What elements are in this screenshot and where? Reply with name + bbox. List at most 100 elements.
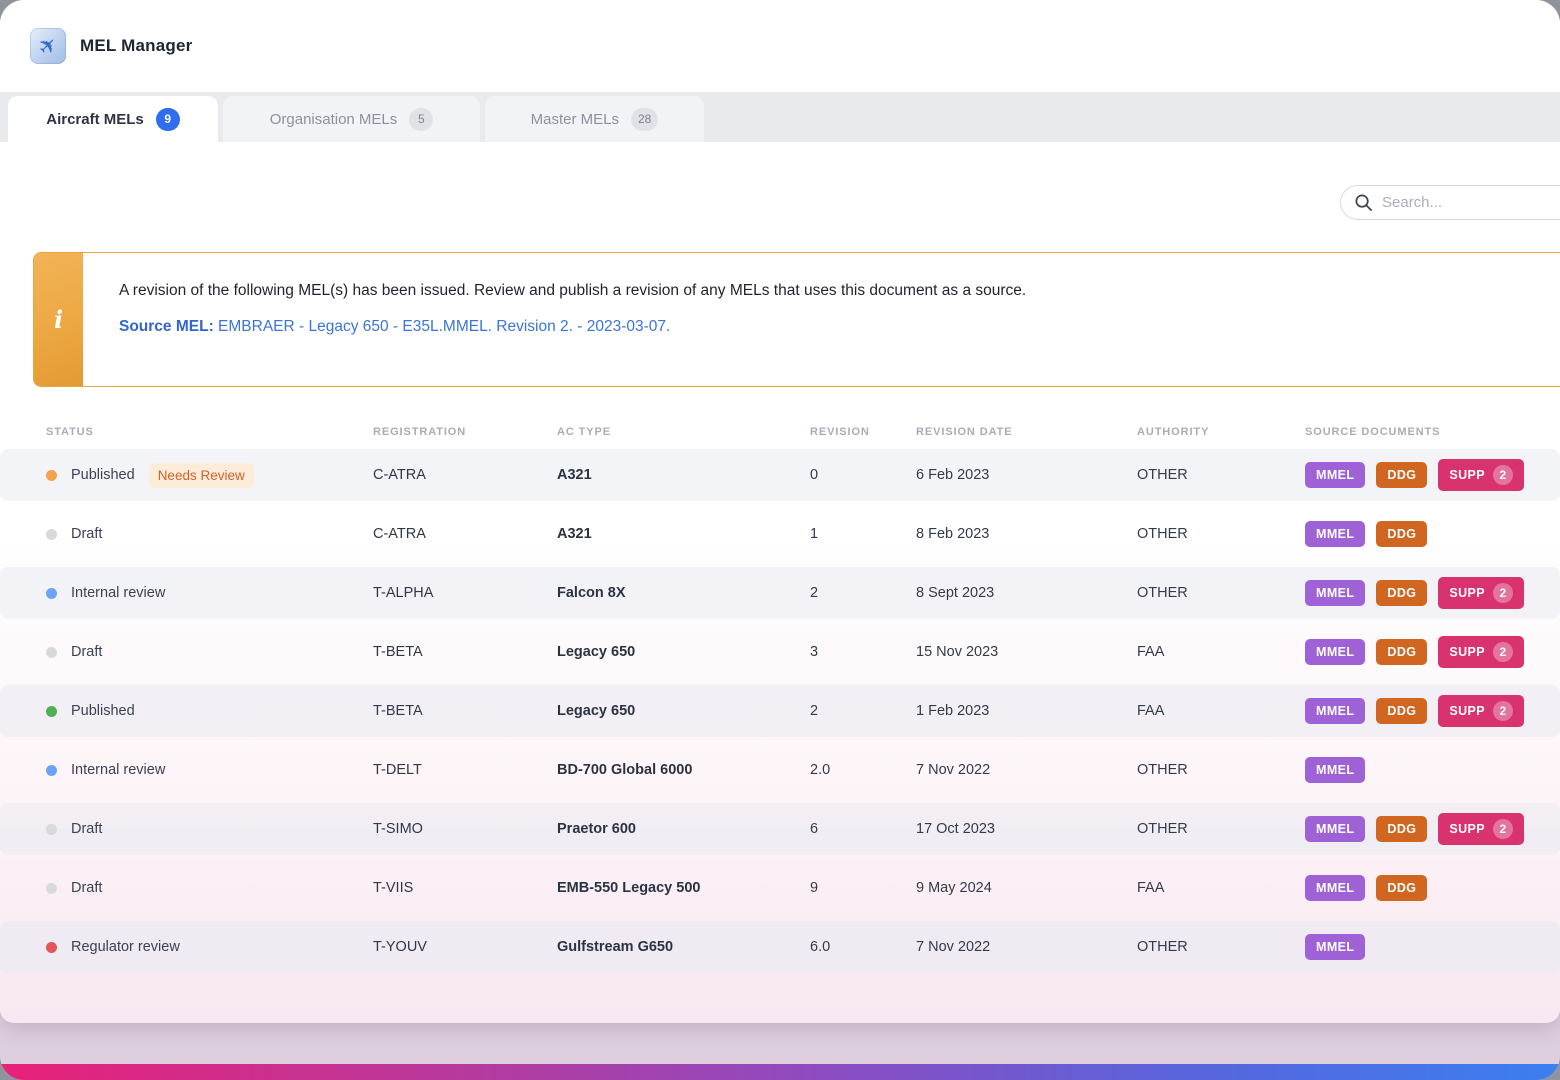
status-label: Published	[71, 467, 135, 483]
app-logo: ✈	[30, 28, 66, 64]
status-cell: Internal review	[46, 585, 373, 601]
banner-source: Source MEL: EMBRAER - Legacy 650 - E35L.…	[119, 318, 1026, 336]
doc-count-badge: 2	[1493, 642, 1513, 662]
doc-badge-supp[interactable]: SUPP2	[1438, 695, 1524, 727]
status-dot	[46, 470, 57, 481]
doc-badge-ddg[interactable]: DDG	[1376, 698, 1427, 724]
status-label: Internal review	[71, 585, 165, 601]
doc-badge-supp[interactable]: SUPP2	[1438, 577, 1524, 609]
ac-type-cell: Legacy 650	[557, 644, 810, 660]
table-row[interactable]: Draft C-ATRA A321 1 8 Feb 2023 OTHER MME…	[0, 508, 1560, 560]
registration-cell: C-ATRA	[373, 467, 557, 483]
authority-cell: OTHER	[1137, 467, 1305, 483]
status-label: Regulator review	[71, 939, 180, 955]
table-row[interactable]: Internal review T-ALPHA Falcon 8X 2 8 Se…	[0, 567, 1560, 619]
main-card: ✈ MEL Manager Aircraft MELs 9 Organisati…	[0, 0, 1560, 1023]
info-icon: i	[34, 253, 83, 386]
status-label: Draft	[71, 821, 102, 837]
revision-cell: 0	[810, 467, 916, 483]
registration-cell: T-DELT	[373, 762, 557, 778]
registration-cell: C-ATRA	[373, 526, 557, 542]
doc-badge-mmel[interactable]: MMEL	[1305, 698, 1365, 724]
doc-badge-supp[interactable]: SUPP2	[1438, 636, 1524, 668]
revision-cell: 1	[810, 526, 916, 542]
source-documents-cell: MMEL DDG SUPP2	[1305, 695, 1560, 727]
col-source-documents: Source Documents	[1305, 426, 1560, 438]
doc-badge-ddg[interactable]: DDG	[1376, 875, 1427, 901]
tab-master-mels[interactable]: Master MELs 28	[485, 96, 704, 142]
authority-cell: FAA	[1137, 880, 1305, 896]
search-input[interactable]	[1382, 194, 1532, 211]
doc-count-badge: 2	[1493, 583, 1513, 603]
table-row[interactable]: Published Needs Review C-ATRA A321 0 6 F…	[0, 449, 1560, 501]
revision-date-cell: 8 Sept 2023	[916, 585, 1137, 601]
table-row[interactable]: Draft T-VIIS EMB-550 Legacy 500 9 9 May …	[0, 862, 1560, 914]
doc-badge-ddg[interactable]: DDG	[1376, 639, 1427, 665]
status-cell: Draft	[46, 821, 373, 837]
mel-table: Status Registration AC Type Revision Rev…	[0, 417, 1560, 973]
doc-badge-mmel[interactable]: MMEL	[1305, 521, 1365, 547]
col-registration: Registration	[373, 426, 557, 438]
tab-bar: Aircraft MELs 9 Organisation MELs 5 Mast…	[0, 92, 1560, 142]
banner-body: A revision of the following MEL(s) has b…	[83, 253, 1026, 386]
doc-badge-mmel[interactable]: MMEL	[1305, 875, 1365, 901]
tab-organisation-mels[interactable]: Organisation MELs 5	[223, 96, 480, 142]
ac-type-cell: Legacy 650	[557, 703, 810, 719]
ac-type-cell: BD-700 Global 6000	[557, 762, 810, 778]
source-documents-cell: MMEL	[1305, 757, 1560, 783]
revision-date-cell: 7 Nov 2022	[916, 762, 1137, 778]
ac-type-cell: A321	[557, 526, 810, 542]
doc-badge-mmel[interactable]: MMEL	[1305, 757, 1365, 783]
status-cell: Published Needs Review	[46, 463, 373, 488]
revision-cell: 2.0	[810, 762, 916, 778]
table-row[interactable]: Internal review T-DELT BD-700 Global 600…	[0, 744, 1560, 796]
doc-badge-ddg[interactable]: DDG	[1376, 462, 1427, 488]
doc-badge-mmel[interactable]: MMEL	[1305, 639, 1365, 665]
search-box[interactable]	[1340, 185, 1560, 220]
revision-date-cell: 7 Nov 2022	[916, 939, 1137, 955]
status-cell: Draft	[46, 644, 373, 660]
doc-badge-mmel[interactable]: MMEL	[1305, 580, 1365, 606]
table-row[interactable]: Draft T-BETA Legacy 650 3 15 Nov 2023 FA…	[0, 626, 1560, 678]
table-row[interactable]: Draft T-SIMO Praetor 600 6 17 Oct 2023 O…	[0, 803, 1560, 855]
doc-badge-mmel[interactable]: MMEL	[1305, 934, 1365, 960]
revision-cell: 2	[810, 585, 916, 601]
doc-badge-ddg[interactable]: DDG	[1376, 521, 1427, 547]
registration-cell: T-VIIS	[373, 880, 557, 896]
source-documents-cell: MMEL	[1305, 934, 1560, 960]
source-documents-cell: MMEL DDG SUPP2	[1305, 459, 1560, 491]
table-row[interactable]: Regulator review T-YOUV Gulfstream G650 …	[0, 921, 1560, 973]
doc-badge-mmel[interactable]: MMEL	[1305, 462, 1365, 488]
authority-cell: OTHER	[1137, 526, 1305, 542]
doc-badge-supp[interactable]: SUPP2	[1438, 813, 1524, 845]
doc-badge-mmel[interactable]: MMEL	[1305, 816, 1365, 842]
revision-cell: 2	[810, 703, 916, 719]
ac-type-cell: EMB-550 Legacy 500	[557, 880, 810, 896]
revision-cell: 6.0	[810, 939, 916, 955]
authority-cell: FAA	[1137, 703, 1305, 719]
status-dot	[46, 765, 57, 776]
tab-label: Aircraft MELs	[46, 111, 144, 128]
doc-badge-ddg[interactable]: DDG	[1376, 816, 1427, 842]
status-dot	[46, 706, 57, 717]
status-label: Draft	[71, 526, 102, 542]
revision-cell: 6	[810, 821, 916, 837]
authority-cell: OTHER	[1137, 939, 1305, 955]
status-dot	[46, 883, 57, 894]
tab-aircraft-mels[interactable]: Aircraft MELs 9	[8, 96, 218, 142]
tab-count-badge: 28	[631, 108, 658, 131]
source-mel-label: Source MEL:	[119, 318, 214, 335]
table-row[interactable]: Published T-BETA Legacy 650 2 1 Feb 2023…	[0, 685, 1560, 737]
ac-type-cell: A321	[557, 467, 810, 483]
doc-count-badge: 2	[1493, 819, 1513, 839]
needs-review-badge: Needs Review	[149, 463, 254, 488]
doc-badge-supp[interactable]: SUPP2	[1438, 459, 1524, 491]
registration-cell: T-BETA	[373, 644, 557, 660]
doc-badge-ddg[interactable]: DDG	[1376, 580, 1427, 606]
source-documents-cell: MMEL DDG	[1305, 875, 1560, 901]
table-header: Status Registration AC Type Revision Rev…	[0, 417, 1560, 447]
ac-type-cell: Praetor 600	[557, 821, 810, 837]
search-row	[0, 142, 1560, 219]
source-mel-link[interactable]: EMBRAER - Legacy 650 - E35L.MMEL. Revisi…	[218, 318, 670, 335]
col-revision: Revision	[810, 426, 916, 438]
